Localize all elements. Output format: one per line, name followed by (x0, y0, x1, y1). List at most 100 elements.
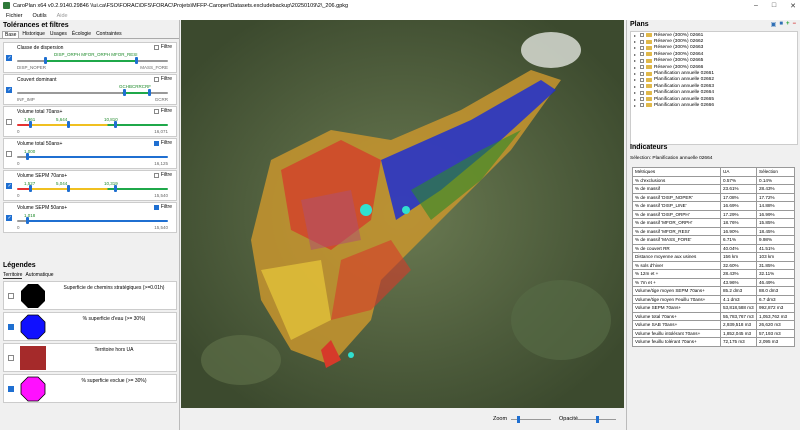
table-row[interactable]: Volume total 70ans+ 55,783,767 m3 1,053,76… (632, 311, 795, 321)
column-header[interactable]: Sélection (756, 167, 795, 177)
table-row[interactable]: % de couvert RR 40.04% 41.51% (632, 243, 795, 253)
menu-outils[interactable]: Outils (33, 13, 47, 19)
tab-automatique[interactable]: Automatique (25, 272, 53, 279)
range-slider[interactable] (17, 153, 168, 160)
expand-icon[interactable]: ▸ (634, 71, 638, 76)
filter-toggle[interactable]: Filtre (153, 76, 172, 82)
range-slider[interactable] (17, 185, 168, 192)
table-row[interactable]: % de massif 'DISP_ORPH' 17.29% 16.99% (632, 209, 795, 219)
slider-handle[interactable] (148, 89, 152, 96)
table-row[interactable]: % 12m et +28.43% 32.11% (632, 269, 795, 279)
opacity-slider[interactable] (576, 416, 616, 423)
table-row[interactable]: Volume SEPM 70ans+ 53,818,588 m3 992,872 m… (632, 303, 795, 313)
tab-historique[interactable]: Historique (20, 31, 47, 38)
tab-territoire[interactable]: Territoire (3, 272, 23, 279)
plan-checkbox[interactable] (640, 90, 644, 95)
expand-icon[interactable]: ▸ (634, 77, 638, 82)
slider-handle[interactable] (134, 57, 138, 64)
filter-toggle-checkbox[interactable] (153, 76, 159, 82)
slider-handle[interactable] (113, 185, 117, 192)
plan-checkbox[interactable] (640, 84, 644, 89)
filter-toggle-checkbox[interactable] (153, 140, 159, 146)
table-row[interactable]: Volume/tige moyen Feuillu 70ans+ 4.1 dm3 6… (632, 294, 795, 304)
legend-checkbox[interactable] (8, 355, 14, 361)
slider-handle[interactable] (44, 57, 48, 64)
filter-enable-checkbox[interactable] (6, 215, 12, 221)
slider-handle[interactable] (122, 89, 126, 96)
table-row[interactable]: Distance moyenne aux usines 156 km 103 km (632, 252, 795, 262)
table-row[interactable]: % de massif 'MFOR_ORPH' 18.76% 15.85% (632, 218, 795, 228)
filter-enable-checkbox[interactable] (6, 87, 12, 93)
filter-enable-checkbox[interactable] (6, 151, 12, 157)
table-row[interactable]: % d'exclusions 0.57% 0.14% (632, 175, 795, 185)
legend-checkbox[interactable] (8, 386, 14, 392)
table-row[interactable]: % de massif 'DISP_LINE' 16.69% 14.88% (632, 201, 795, 211)
filter-toggle[interactable]: Filtre (153, 108, 172, 114)
slider-handle[interactable] (66, 185, 70, 192)
plan-checkbox[interactable] (640, 77, 644, 82)
range-slider[interactable] (17, 121, 168, 128)
opacity-slider-handle[interactable] (596, 416, 599, 423)
table-row[interactable]: % sols d'hiver 32.60% 31.85% (632, 260, 795, 270)
slider-handle[interactable] (29, 185, 33, 192)
table-row[interactable]: Volume feuillu intolérant 70ans+ 1,852,04… (632, 328, 795, 338)
range-slider[interactable] (17, 89, 168, 96)
filter-toggle-checkbox[interactable] (153, 108, 159, 114)
plan-checkbox[interactable] (640, 103, 644, 108)
expand-icon[interactable]: ▸ (634, 90, 638, 95)
table-row[interactable]: Volume/tige moyen SEPM 70ans+ 85.2 dm3 88.… (632, 286, 795, 296)
plan-checkbox[interactable] (640, 33, 644, 38)
plan-checkbox[interactable] (640, 71, 644, 76)
table-row[interactable]: Volume feuillu tolérant 70ans+ 72,175 m3 2… (632, 337, 795, 347)
slider-handle[interactable] (26, 217, 30, 224)
plan-checkbox[interactable] (640, 58, 644, 63)
plan-checkbox[interactable] (640, 39, 644, 44)
add-icon[interactable]: + (786, 21, 790, 28)
expand-icon[interactable]: ▸ (634, 84, 638, 89)
filter-toggle[interactable]: Filtre (153, 172, 172, 178)
filter-toggle-checkbox[interactable] (153, 44, 159, 50)
table-row[interactable]: % de massif 23.61% 28.43% (632, 184, 795, 194)
menu-fichier[interactable]: Fichier (6, 13, 23, 19)
table-row[interactable]: % 7m et +43.96% 46.49% (632, 277, 795, 287)
column-header[interactable]: UA (720, 167, 757, 177)
remove-icon[interactable]: − (792, 21, 796, 28)
slider-handle[interactable] (66, 121, 70, 128)
filter-toggle[interactable]: Filtre (153, 44, 172, 50)
maximize-icon[interactable]: □ (772, 2, 776, 9)
expand-icon[interactable]: ▸ (634, 39, 638, 44)
filter-toggle[interactable]: Filtre (153, 140, 172, 146)
plan-checkbox[interactable] (640, 52, 644, 57)
filter-toggle-checkbox[interactable] (153, 172, 159, 178)
filter-toggle-checkbox[interactable] (153, 204, 159, 210)
table-row[interactable]: Volume SAB 70ans+ 2,939,518 m3 26,620 m3 (632, 320, 795, 330)
map-view[interactable] (181, 20, 624, 408)
filter-enable-checkbox[interactable] (6, 55, 12, 61)
open-icon[interactable]: ▣ (771, 21, 777, 28)
filter-enable-checkbox[interactable] (6, 183, 12, 189)
menu-aide[interactable]: Aide (57, 13, 68, 19)
column-header[interactable]: Métriques (632, 167, 721, 177)
tab-contraintes[interactable]: Contraintes (94, 31, 124, 38)
range-slider[interactable] (17, 57, 168, 64)
zoom-slider[interactable] (511, 416, 551, 423)
satellite-map-canvas[interactable] (181, 20, 624, 408)
zoom-slider-handle[interactable] (517, 416, 520, 423)
range-slider[interactable] (17, 217, 168, 224)
slider-handle[interactable] (113, 121, 117, 128)
expand-icon[interactable]: ▸ (634, 97, 638, 102)
table-row[interactable]: % de massif 'MFOR_RESI' 16.90% 18.45% (632, 226, 795, 236)
close-icon[interactable]: ✕ (790, 2, 796, 10)
minimize-icon[interactable]: – (754, 2, 758, 9)
table-row[interactable]: % de massif 'DISP_NOPER' 17.08% 17.72% (632, 192, 795, 202)
plan-item[interactable]: ▸ Planification annuelle 02666 (631, 102, 797, 108)
legend-checkbox[interactable] (8, 324, 14, 330)
expand-icon[interactable]: ▸ (634, 58, 638, 63)
tab-base[interactable]: Base (2, 31, 20, 38)
tab-ecologie[interactable]: Écologie (70, 31, 93, 38)
expand-icon[interactable]: ▸ (634, 103, 638, 108)
slider-handle[interactable] (26, 153, 30, 160)
filter-enable-checkbox[interactable] (6, 119, 12, 125)
save-icon[interactable]: ■ (779, 21, 783, 28)
plan-checkbox[interactable] (640, 65, 644, 70)
